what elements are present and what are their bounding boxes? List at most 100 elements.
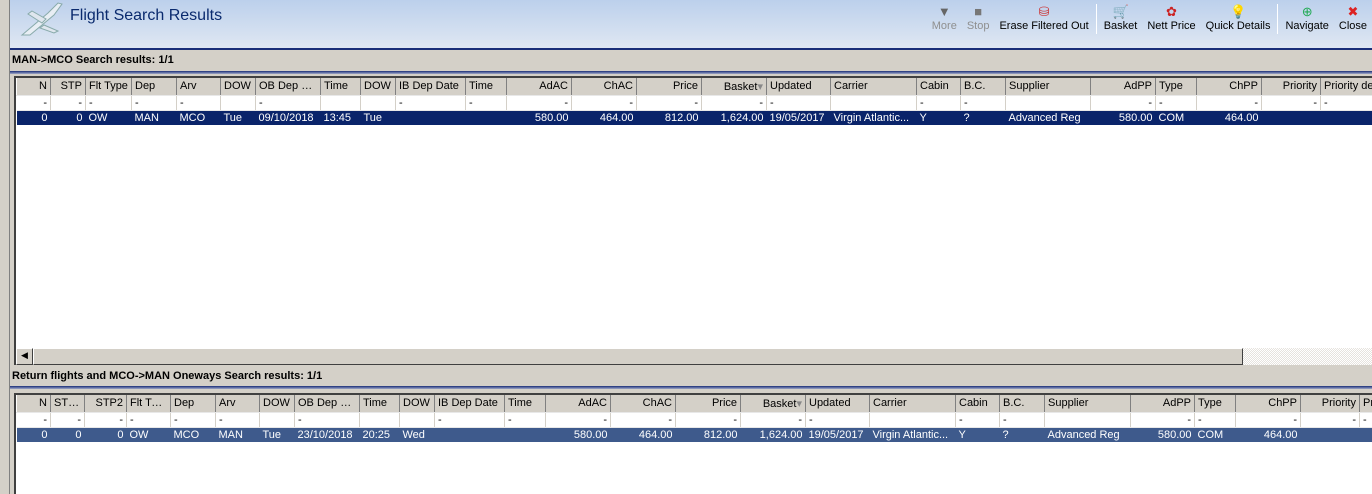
table-cell[interactable]: 19/05/2017 (805, 427, 870, 442)
table-cell[interactable]: Y (916, 110, 961, 125)
table-cell[interactable]: 464.00 (610, 427, 676, 442)
filter-cell[interactable]: - (1196, 95, 1262, 111)
column-header-chac[interactable]: ChAC (610, 395, 676, 413)
table-cell[interactable]: 0 (50, 427, 85, 442)
filter-cell[interactable]: - (85, 95, 132, 111)
column-header-type[interactable]: Type (1194, 395, 1236, 413)
column-header-ib-dep-date[interactable]: IB Dep Date (434, 395, 505, 413)
column-header-b-c[interactable]: B.C. (999, 395, 1045, 413)
filter-cell[interactable]: - (999, 412, 1045, 428)
table-cell[interactable]: 464.00 (571, 110, 637, 125)
filter-cell[interactable]: - (170, 412, 216, 428)
table-cell[interactable]: 580.00 (545, 427, 611, 442)
filter-row[interactable]: -------------------- (16, 95, 1372, 111)
filter-cell[interactable]: - (1130, 412, 1195, 428)
column-header-priority[interactable]: Priority (1300, 395, 1360, 413)
column-header-time[interactable]: Time (320, 78, 361, 96)
horizontal-scrollbar[interactable]: ◀ (14, 348, 1372, 365)
erase-filtered-out-button[interactable]: ⛁ Erase Filtered Out (994, 4, 1093, 32)
table-cell[interactable]: Tue (220, 110, 256, 125)
table-cell[interactable] (465, 110, 507, 125)
column-header-arv[interactable]: Arv (215, 395, 260, 413)
column-header-time[interactable]: Time (504, 395, 546, 413)
filter-cell[interactable]: - (465, 95, 507, 111)
table-cell[interactable]: 0 (16, 427, 51, 442)
column-header-arv[interactable]: Arv (176, 78, 221, 96)
filter-cell[interactable]: - (504, 412, 546, 428)
table-cell[interactable]: Y (955, 427, 1000, 442)
table-cell[interactable]: ? (960, 110, 1006, 125)
filter-cell[interactable]: - (1261, 95, 1321, 111)
table-cell[interactable]: 09/10/2018 (255, 110, 321, 125)
column-header-flt-type[interactable]: Flt Type (126, 395, 171, 413)
filter-cell[interactable] (220, 95, 256, 111)
scrollbar-thumb[interactable] (33, 348, 1243, 365)
table-cell[interactable]: 19/05/2017 (766, 110, 831, 125)
filter-cell[interactable]: - (701, 95, 767, 111)
column-header-carrier[interactable]: Carrier (869, 395, 956, 413)
filter-cell[interactable] (830, 95, 917, 111)
table-cell[interactable]: COM (1155, 110, 1197, 125)
table-cell[interactable] (434, 427, 505, 442)
column-header-dow[interactable]: DOW (399, 395, 435, 413)
filter-cell[interactable]: - (1194, 412, 1236, 428)
column-header-stp[interactable]: STP (50, 78, 86, 96)
quick-details-button[interactable]: 💡 Quick Details (1201, 4, 1276, 32)
nett-price-button[interactable]: ✿ Nett Price (1142, 4, 1200, 32)
table-cell[interactable]: Virgin Atlantic... (830, 110, 917, 125)
table-cell[interactable]: MCO (170, 427, 216, 442)
scroll-left-button[interactable]: ◀ (16, 348, 33, 365)
table-cell[interactable]: Advanced Reg (1044, 427, 1131, 442)
column-header-basket[interactable]: Basket▾ (740, 395, 806, 413)
table-cell[interactable]: MAN (131, 110, 177, 125)
filter-cell[interactable] (359, 412, 400, 428)
filter-cell[interactable]: - (1155, 95, 1197, 111)
column-header-priority-de[interactable]: Priority de (1320, 78, 1372, 96)
table-cell[interactable] (1320, 110, 1372, 125)
filter-cell[interactable]: - (215, 412, 260, 428)
column-header-dep[interactable]: Dep (170, 395, 216, 413)
column-header-updated[interactable]: Updated (805, 395, 870, 413)
filter-cell[interactable] (869, 412, 956, 428)
filter-cell[interactable]: - (1300, 412, 1360, 428)
filter-cell[interactable]: - (1090, 95, 1156, 111)
table-cell[interactable]: 1,624.00 (701, 110, 767, 125)
table-cell[interactable]: 580.00 (506, 110, 572, 125)
filter-cell[interactable]: - (16, 95, 51, 111)
table-cell[interactable]: Wed (399, 427, 435, 442)
more-button[interactable]: ▼ More (927, 4, 962, 32)
column-header-basket[interactable]: Basket▾ (701, 78, 767, 96)
filter-cell[interactable]: - (675, 412, 741, 428)
table-cell[interactable]: 0 (16, 110, 51, 125)
filter-cell[interactable]: - (610, 412, 676, 428)
filter-cell[interactable]: - (255, 95, 321, 111)
filter-row[interactable]: --------------------- (16, 412, 1372, 428)
column-header-adpp[interactable]: AdPP (1090, 78, 1156, 96)
filter-cell[interactable]: - (1235, 412, 1301, 428)
filter-cell[interactable]: - (176, 95, 221, 111)
column-header-price[interactable]: Price (675, 395, 741, 413)
table-cell[interactable]: 23/10/2018 (294, 427, 360, 442)
column-header-priority[interactable]: Priority (1261, 78, 1321, 96)
table-cell[interactable]: 464.00 (1196, 110, 1262, 125)
filter-cell[interactable]: - (506, 95, 572, 111)
table-cell[interactable]: 1,624.00 (740, 427, 806, 442)
column-header-stp1[interactable]: STP1 (50, 395, 85, 413)
column-header-cabin[interactable]: Cabin (916, 78, 961, 96)
table-cell[interactable]: 0 (50, 110, 86, 125)
column-header-time[interactable]: Time (465, 78, 507, 96)
column-header-b-c[interactable]: B.C. (960, 78, 1006, 96)
column-header-ob-dep-d[interactable]: OB Dep D... (294, 395, 360, 413)
column-header-dep[interactable]: Dep (131, 78, 177, 96)
filter-cell[interactable]: - (766, 95, 831, 111)
table-cell[interactable] (1261, 110, 1321, 125)
column-header-stp2[interactable]: STP2 (84, 395, 127, 413)
column-header-ob-dep-d[interactable]: OB Dep D... (255, 78, 321, 96)
table-cell[interactable]: MCO (176, 110, 221, 125)
filter-cell[interactable] (399, 412, 435, 428)
table-cell[interactable]: Tue (360, 110, 396, 125)
filter-cell[interactable]: - (545, 412, 611, 428)
close-button[interactable]: ✖ Close (1334, 4, 1372, 32)
filter-cell[interactable]: - (126, 412, 171, 428)
column-header-ib-dep-date[interactable]: IB Dep Date (395, 78, 466, 96)
